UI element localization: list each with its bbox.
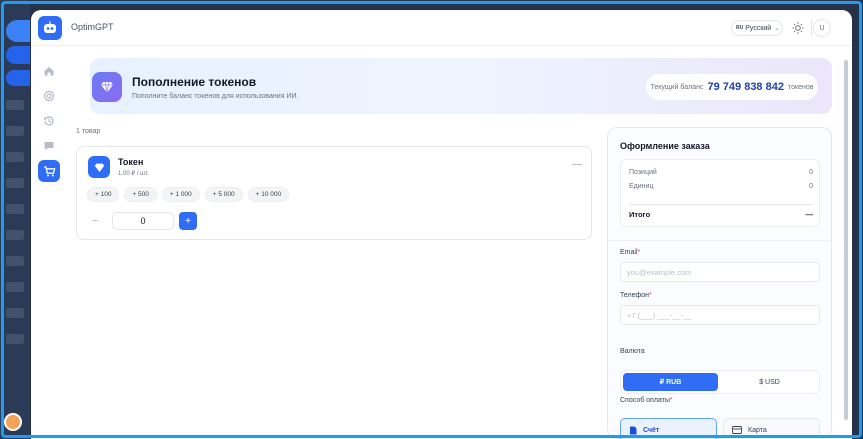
balance-label: Текущий баланс bbox=[650, 83, 704, 91]
credit-card-icon bbox=[732, 426, 742, 434]
page-scrollbar[interactable] bbox=[842, 46, 852, 439]
background-row bbox=[6, 152, 24, 162]
nav-item-chat[interactable] bbox=[38, 135, 60, 157]
decrease-quantity-button[interactable]: − bbox=[87, 213, 103, 229]
background-row bbox=[6, 334, 24, 344]
user-avatar-button[interactable]: U bbox=[813, 19, 831, 37]
increase-quantity-button[interactable]: + bbox=[179, 212, 197, 230]
background-link-pill bbox=[6, 46, 30, 64]
background-close-pill bbox=[6, 20, 30, 42]
summary-divider bbox=[629, 204, 813, 205]
summary-positions: Позиций 0 bbox=[629, 169, 813, 176]
background-row bbox=[6, 256, 24, 266]
units-value: 0 bbox=[809, 183, 813, 190]
topbar: OptimGPT RU Русский ⌄ U bbox=[31, 10, 852, 46]
home-icon bbox=[44, 67, 54, 76]
quick-add-chips: + 100 + 500 + 1 000 + 5 000 + 10 000 bbox=[87, 187, 290, 202]
nav-item-history[interactable] bbox=[38, 110, 60, 132]
language-label: Русский bbox=[745, 24, 772, 32]
quantity-input[interactable] bbox=[112, 212, 174, 230]
background-row bbox=[6, 178, 24, 188]
order-divider bbox=[608, 240, 833, 241]
nav-item-stats[interactable] bbox=[38, 85, 60, 107]
app-title: OptimGPT bbox=[71, 22, 114, 32]
quick-add-chip[interactable]: + 5 000 bbox=[204, 187, 243, 202]
background-sidebar bbox=[0, 0, 30, 439]
language-select[interactable]: RU Русский ⌄ bbox=[731, 20, 783, 36]
balance-badge: Текущий баланс 79 749 838 842 токенов bbox=[646, 74, 818, 100]
total-label: Итого bbox=[629, 210, 651, 219]
language-code: RU bbox=[736, 25, 744, 31]
quick-add-chip[interactable]: + 100 bbox=[87, 187, 120, 202]
positions-value: 0 bbox=[809, 169, 813, 176]
quick-add-chip[interactable]: + 10 000 bbox=[247, 187, 290, 202]
nav-item-shop[interactable] bbox=[38, 160, 60, 182]
product-card: Токен 1.00 ₽ / шт. — + 100 + 500 + 1 000… bbox=[76, 146, 592, 240]
background-avatar bbox=[4, 413, 22, 431]
balance-unit: токенов bbox=[787, 83, 814, 91]
positions-label: Позиций bbox=[629, 169, 657, 176]
chevron-down-icon: ⌄ bbox=[774, 25, 781, 32]
total-value: — bbox=[805, 210, 814, 219]
nav-item-home[interactable] bbox=[38, 60, 60, 82]
document-icon bbox=[630, 426, 637, 434]
currency-rub-button[interactable]: ₽ RUB bbox=[623, 373, 718, 391]
payment-label: Способ оплаты* bbox=[620, 397, 673, 404]
topbar-divider bbox=[811, 19, 812, 37]
product-price: 1.00 ₽ / шт. bbox=[118, 171, 149, 177]
payment-card-label: Карта bbox=[748, 426, 767, 434]
background-row bbox=[6, 126, 24, 136]
quick-add-chip[interactable]: + 1 000 bbox=[161, 187, 200, 202]
order-title: Оформление заказа bbox=[620, 141, 710, 151]
email-field[interactable] bbox=[620, 262, 820, 282]
left-nav bbox=[31, 46, 67, 439]
background-row bbox=[6, 282, 24, 292]
currency-label: Валюта bbox=[620, 348, 645, 355]
payment-method-selector: Счёт Карта bbox=[620, 418, 820, 439]
payment-card-button[interactable]: Карта bbox=[723, 418, 820, 439]
token-topup-window: OptimGPT RU Русский ⌄ U Пополнение токен… bbox=[31, 10, 852, 439]
payment-invoice-label: Счёт bbox=[643, 426, 660, 434]
units-label: Единиц bbox=[629, 183, 654, 190]
currency-usd-button[interactable]: $ USD bbox=[722, 373, 817, 391]
background-row bbox=[6, 308, 24, 318]
summary-units: Единиц 0 bbox=[629, 183, 813, 190]
target-icon bbox=[43, 90, 55, 102]
app-logo[interactable] bbox=[38, 16, 62, 40]
items-count: 1 товар bbox=[76, 128, 101, 135]
topup-banner: Пополнение токенов Пополните баланс токе… bbox=[90, 58, 832, 114]
background-row bbox=[6, 230, 24, 240]
order-panel: Оформление заказа Позиций 0 Единиц 0 Ито… bbox=[607, 127, 833, 439]
product-name: Токен bbox=[118, 157, 144, 167]
summary-total: Итого — bbox=[629, 210, 813, 219]
email-label: Email* bbox=[620, 249, 641, 256]
diamond-icon bbox=[92, 72, 122, 102]
sun-icon bbox=[792, 22, 804, 34]
history-icon bbox=[43, 116, 54, 126]
quick-add-chip[interactable]: + 500 bbox=[124, 187, 157, 202]
page-title: Пополнение токенов bbox=[132, 75, 257, 89]
currency-selector: ₽ RUB $ USD bbox=[620, 370, 820, 394]
theme-toggle-button[interactable] bbox=[789, 19, 807, 37]
robot-icon bbox=[44, 21, 56, 33]
background-row bbox=[6, 204, 24, 214]
phone-label: Телефон* bbox=[620, 292, 652, 299]
balance-value: 79 749 838 842 bbox=[707, 81, 784, 93]
order-summary: Позиций 0 Единиц 0 Итого — bbox=[620, 159, 820, 227]
cart-icon bbox=[43, 165, 55, 176]
scrollbar-thumb[interactable] bbox=[844, 60, 848, 420]
background-share-pill bbox=[6, 70, 30, 86]
phone-field[interactable] bbox=[620, 305, 820, 325]
payment-invoice-button[interactable]: Счёт bbox=[620, 418, 717, 439]
background-row bbox=[6, 100, 24, 110]
diamond-icon bbox=[88, 156, 110, 178]
remove-product-button[interactable]: — bbox=[572, 159, 582, 170]
page-subtitle: Пополните баланс токенов для использован… bbox=[132, 93, 299, 100]
chat-icon bbox=[44, 142, 54, 151]
